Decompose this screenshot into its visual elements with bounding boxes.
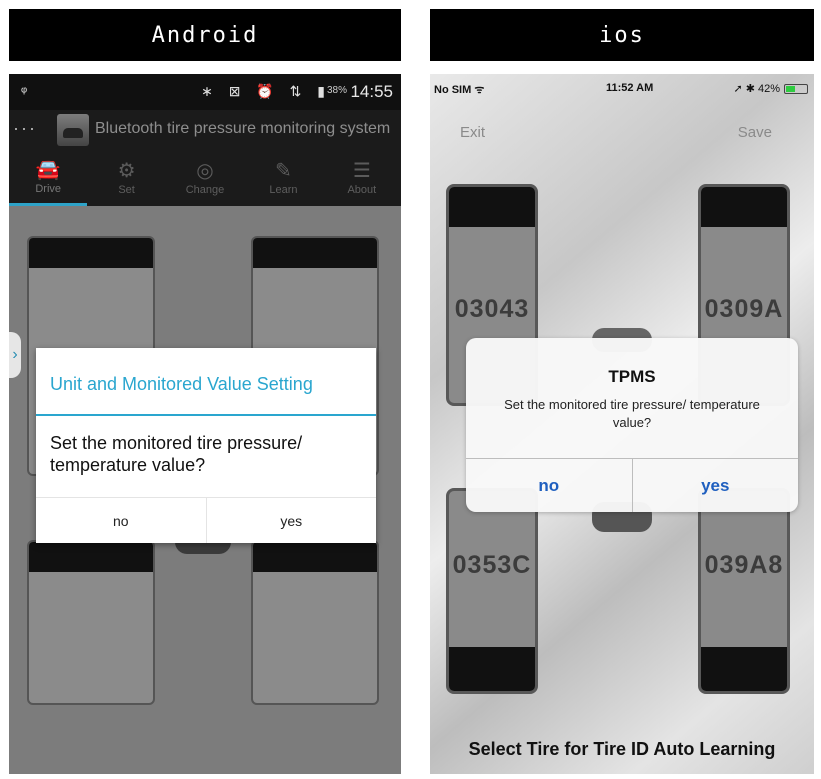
list-icon: ☰ [352,160,371,182]
tab-set[interactable]: ⚙ Set [87,150,165,206]
status-time: 14:55 [350,82,393,101]
dialog-message: Set the monitored tire pressure/ tempera… [50,433,303,475]
usb-icon: ᵠ [21,83,28,99]
app-title: Bluetooth tire pressure monitoring syste… [95,120,391,137]
alert-buttons: no yes [466,458,798,512]
overflow-menu-icon[interactable]: ··· [13,118,37,139]
settings-dialog: Unit and Monitored Value Setting Set the… [36,348,376,543]
alert-title: TPMS [608,367,656,386]
tire-id-front-left: 03043 [454,295,530,323]
tire-card-rear-left[interactable] [27,540,155,705]
alert-message: Set the monitored tire pressure/ tempera… [504,397,760,430]
tire-id-rear-left: 0353C [452,551,532,579]
app-title-bar: ··· Bluetooth tire pressure monitoring s… [9,110,401,150]
android-header: Android [9,9,401,61]
tab-change[interactable]: ◎ Change [166,150,244,206]
carrier-label: No SIM ᯤ [434,84,485,96]
tab-label: About [347,184,377,196]
tab-about[interactable]: ☰ About [323,150,401,206]
tab-label: Set [118,184,135,196]
android-header-label: Android [151,22,259,48]
dialog-divider [36,414,376,416]
status-right: ➚ ✱ 42% [733,83,780,95]
tire-icon: ◎ [196,160,214,182]
ios-status-bar: No SIM ᯤ 11:52 AM ➚ ✱ 42% [430,80,814,98]
dialog-buttons: no yes [36,497,376,543]
tire-card-rear-left[interactable]: 0353C [446,488,538,694]
tpms-alert: TPMS Set the monitored tire pressure/ te… [466,338,798,512]
ios-header-label: ios [599,22,645,48]
tire-id-rear-right: 039A8 [704,551,784,579]
ios-header: ios [430,9,814,61]
no-button[interactable]: no [466,459,632,512]
ios-screen: No SIM ᯤ 11:52 AM ➚ ✱ 42% Exit Save 0304… [430,74,814,774]
tab-label: Drive [35,182,62,195]
android-status-bar: ᵠ ∗ ⊠ ⏰ ⇅ ▮ 38% 14:55 [9,74,401,110]
tab-label: Change [185,184,225,196]
tab-drive[interactable]: 🚘 Drive [9,150,88,206]
save-button[interactable]: Save [738,124,772,141]
battery-icon [784,84,808,94]
tire-card-rear-right[interactable] [251,540,379,705]
status-time: 11:52 AM [606,82,654,94]
status-icons: ∗ ⊠ ⏰ ⇅ ▮ [201,83,331,99]
no-button[interactable]: no [36,498,206,543]
tire-id-front-right: 0309A [704,295,784,323]
tire-card-rear-right[interactable]: 039A8 [698,488,790,694]
battery-percent: 38% [326,85,347,96]
gear-icon: ⚙ [117,160,136,182]
yes-button[interactable]: yes [205,498,377,543]
dialog-title: Unit and Monitored Value Setting [50,374,313,394]
app-logo [57,114,89,146]
android-screen: ᵠ ∗ ⊠ ⏰ ⇅ ▮ 38% 14:55 ··· Bluetooth tire… [9,74,401,774]
car-icon: 🚘 [35,158,61,181]
footer-instruction: Select Tire for Tire ID Auto Learning [468,739,776,759]
tab-learn[interactable]: ✎ Learn [244,150,322,206]
tab-bar: 🚘 Drive ⚙ Set ◎ Change ✎ Learn ☰ About [9,150,401,206]
yes-button[interactable]: yes [631,459,799,512]
tab-label: Learn [269,184,298,196]
exit-button[interactable]: Exit [460,124,485,141]
drawer-handle[interactable]: › [9,332,21,378]
edit-icon: ✎ [275,160,292,182]
